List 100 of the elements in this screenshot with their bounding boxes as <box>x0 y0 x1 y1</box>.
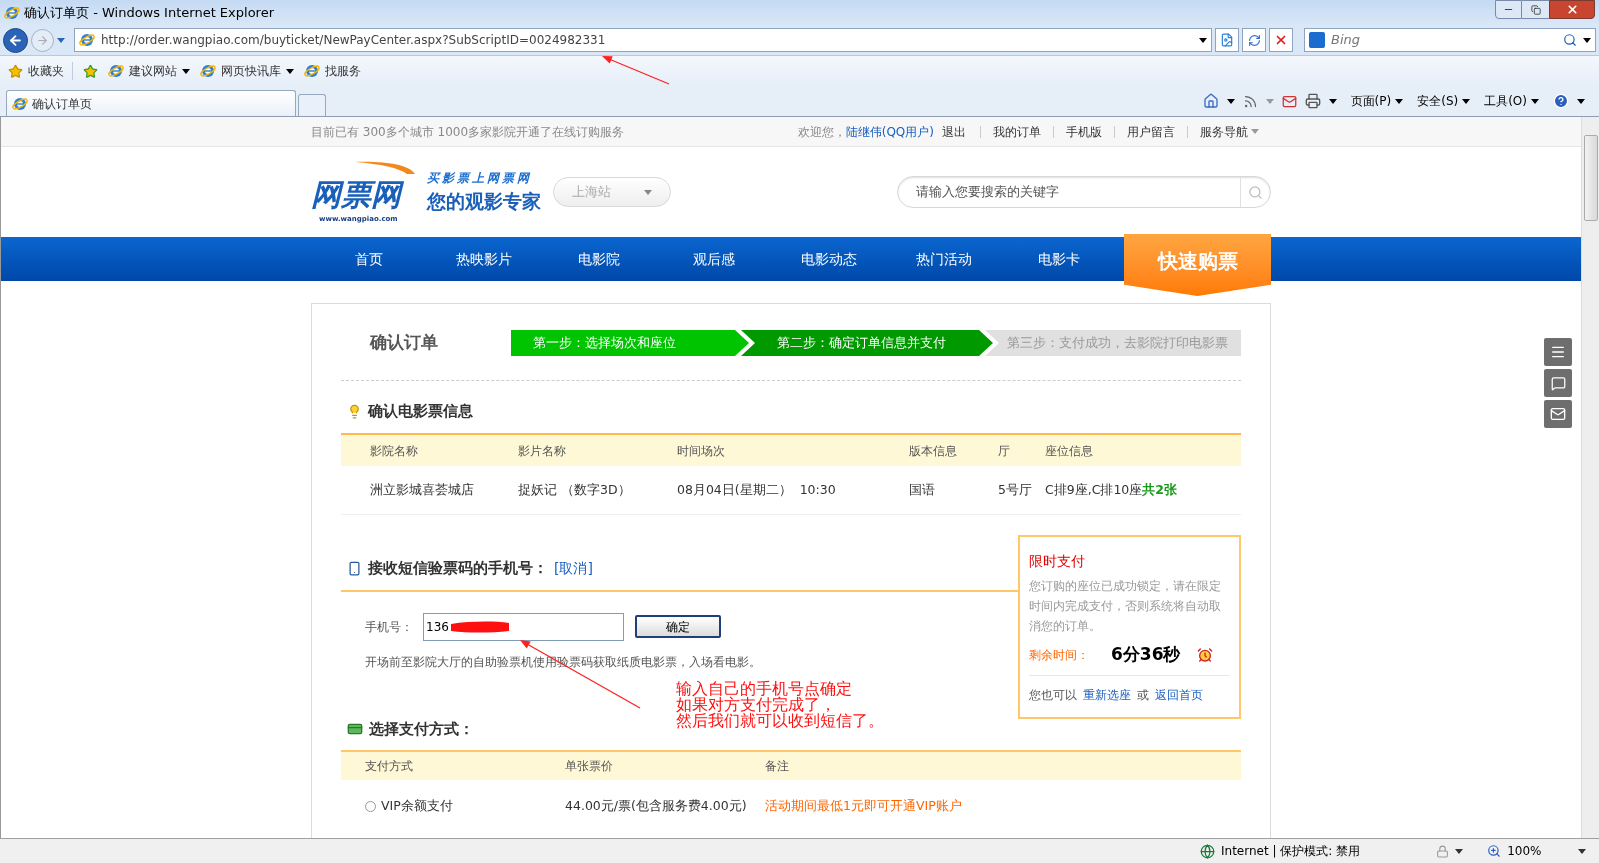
nav-item[interactable]: 电影院 <box>541 237 656 281</box>
chat-icon <box>1550 375 1566 391</box>
command-menu[interactable]: 页面(P) <box>1350 92 1404 110</box>
globe-icon <box>1200 843 1215 859</box>
search-icon <box>1563 33 1577 47</box>
zoom-level[interactable]: 100% <box>1507 842 1542 860</box>
cancel-link[interactable]: [取消] <box>554 557 593 579</box>
caret-icon <box>1531 98 1539 104</box>
nav-item[interactable]: 首页 <box>311 237 426 281</box>
address-url: http://order.wangpiao.com/buyticket/NewPayCenter.aspx?SubScriptID=0024982331 <box>101 32 606 49</box>
topbar-link[interactable]: 服务导航 <box>1187 125 1271 138</box>
mail-icon[interactable] <box>1281 93 1297 109</box>
remaining-time: 6分36秒 <box>1111 643 1181 667</box>
browser-icon <box>200 63 216 79</box>
search-placeholder: Bing <box>1331 31 1361 50</box>
mail-button[interactable] <box>1544 400 1572 428</box>
menu-button[interactable] <box>1544 338 1572 366</box>
slogan-text: 您的观影专家 <box>427 188 541 214</box>
minimize-button[interactable] <box>1495 0 1522 19</box>
compat-view-button[interactable] <box>1215 28 1239 52</box>
section-heading: 选择支付方式： <box>369 718 474 740</box>
phone-input[interactable]: 136 <box>423 612 624 641</box>
table-cell-text: 5号厅 <box>998 480 1033 499</box>
topbar-link[interactable]: 用户留言 <box>1114 125 1187 138</box>
redaction-scribble <box>449 620 510 633</box>
browser-tab[interactable]: 确认订单页 <box>6 90 296 116</box>
column-header: 版本信息 <box>909 442 958 460</box>
logo-text: 网票网 <box>311 174 407 215</box>
search-field[interactable]: Bing <box>1304 28 1596 52</box>
refresh-button[interactable] <box>1242 28 1266 52</box>
stop-icon <box>1274 33 1288 47</box>
favorites-link[interactable]: 找服务 <box>304 62 361 80</box>
nav-item[interactable]: 观后感 <box>656 237 771 281</box>
stop-button[interactable] <box>1269 28 1293 52</box>
nav-item[interactable]: 热映影片 <box>426 237 541 281</box>
column-header: 座位信息 <box>1045 442 1094 460</box>
slogan-text: 买影票上网票网 <box>427 169 533 187</box>
caret-icon <box>1577 848 1586 854</box>
payment-method: VIP余额支付 <box>381 796 453 815</box>
alternative-text: 您也可以 <box>1029 687 1077 704</box>
table-cell-text: 捉妖记 （数字3D） <box>518 480 632 499</box>
welcome-text: 欢迎您， <box>797 123 846 141</box>
caret-icon <box>1328 98 1337 104</box>
caret-icon <box>1199 37 1207 43</box>
radio-button[interactable] <box>365 800 376 812</box>
add-favorite-icon[interactable] <box>83 63 98 79</box>
nav-item[interactable]: 电影卡 <box>1001 237 1116 281</box>
column-header: 厅 <box>998 442 1011 460</box>
security-icon[interactable] <box>1436 844 1450 858</box>
favorites-link[interactable]: 网页快讯库 <box>200 62 294 80</box>
command-menu[interactable]: 工具(O) <box>1484 92 1539 110</box>
card-icon <box>347 721 363 737</box>
caret-icon <box>57 37 65 43</box>
topbar-link[interactable]: 我的订单 <box>980 125 1053 138</box>
section-heading: 确认电影票信息 <box>368 400 473 422</box>
favorites-link[interactable]: 建议网站 <box>108 62 190 80</box>
column-header: 影片名称 <box>518 442 567 460</box>
favorites-button[interactable]: 收藏夹 <box>8 62 73 80</box>
address-field[interactable]: http://order.wangpiao.com/buyticket/NewPayCenter.aspx?SubScriptID=0024982331 <box>74 28 1212 52</box>
user-link[interactable]: 陆继伟(QQ用户) <box>845 122 934 141</box>
caret-icon <box>1395 98 1404 104</box>
table-cell-text: 国语 <box>909 480 936 499</box>
page-icon <box>1220 33 1234 47</box>
panel-message: 您订购的座位已成功锁定，请在限定时间内完成支付，否则系统将自动取消您的订单。 <box>1029 578 1222 635</box>
zone-status: Internet | 保护模式: 禁用 <box>1221 843 1361 860</box>
caret-icon <box>1226 98 1235 104</box>
annotation-text: 输入自己的手机号点确定 <box>676 681 853 697</box>
topbar-link[interactable]: 手机版 <box>1053 125 1114 138</box>
zoom-icon[interactable] <box>1487 844 1502 858</box>
annotation-text: 如果对方支付完成了， <box>676 697 836 713</box>
table-cell-text: 洲立影城喜荟城店 <box>370 480 475 499</box>
annotation-text: 然后我们就可以收到短信了。 <box>676 713 884 729</box>
scrollbar[interactable] <box>1581 117 1599 838</box>
command-menu[interactable]: 安全(S) <box>1417 92 1471 110</box>
phone-note: 开场前至影院大厅的自助验票机使用验票码获取纸质电影票，入场看电影。 <box>364 653 762 671</box>
phone-value: 136 <box>426 618 449 636</box>
back-button[interactable] <box>3 27 28 53</box>
window-title: 确认订单页 - Windows Internet Explorer <box>24 3 274 22</box>
rechoose-link[interactable]: 重新选座 <box>1083 686 1131 704</box>
print-icon[interactable] <box>1304 93 1321 109</box>
envelope-icon <box>1550 406 1566 422</box>
progress-step: 第一步：选择场次和座位 <box>511 330 749 356</box>
home-icon[interactable] <box>1202 93 1219 109</box>
column-header: 支付方式 <box>365 758 414 775</box>
feed-icon[interactable] <box>1242 93 1258 109</box>
confirm-button[interactable]: 确定 <box>635 615 721 638</box>
help-icon[interactable] <box>1553 93 1569 109</box>
table-cell-text: 44.00元/票(包含服务费4.00元) <box>565 796 748 815</box>
restore-button[interactable] <box>1522 0 1549 19</box>
nav-item[interactable]: 热门活动 <box>886 237 1001 281</box>
browser-icon <box>304 63 320 79</box>
ticket-count: 共2张 <box>1142 480 1177 499</box>
nav-item[interactable]: 电影动态 <box>771 237 886 281</box>
star-icon <box>8 63 23 79</box>
logout-link[interactable]: 退出 <box>942 122 966 141</box>
close-button[interactable] <box>1549 0 1595 19</box>
column-header: 备注 <box>765 758 790 775</box>
caret-icon <box>286 68 294 74</box>
home-link[interactable]: 返回首页 <box>1155 686 1203 704</box>
chat-button[interactable] <box>1544 369 1572 397</box>
